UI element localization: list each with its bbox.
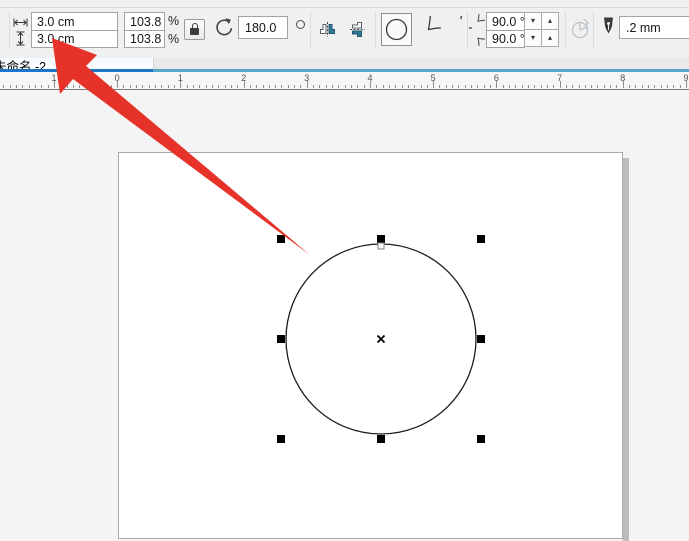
separator xyxy=(565,11,566,49)
separator xyxy=(593,11,594,49)
scale-y-input[interactable] xyxy=(125,30,164,47)
toolbar-top-border xyxy=(0,7,689,8)
scale-x-input[interactable] xyxy=(125,13,164,30)
rotation-icon xyxy=(212,16,236,40)
scale-factor-fields xyxy=(124,12,165,48)
horizontal-ruler[interactable]: 10123456789 xyxy=(0,72,689,90)
outline-width-input[interactable] xyxy=(620,17,689,38)
mirror-vertical-button[interactable] xyxy=(345,16,369,42)
arc-mode-button[interactable] xyxy=(445,13,473,44)
arc-icon xyxy=(447,16,472,42)
object-height-input[interactable] xyxy=(32,30,117,47)
pie-start-angle-input[interactable] xyxy=(487,13,524,30)
pie-end-angle-input[interactable] xyxy=(487,30,524,47)
outline-width-pen-icon xyxy=(600,14,617,42)
spin-up-button[interactable]: ▴ xyxy=(541,12,559,30)
ellipse-mode-button[interactable] xyxy=(381,13,412,46)
mirror-horizontal-icon xyxy=(318,21,337,38)
percent-label: % xyxy=(168,31,182,48)
document-tab-title: 未命名 -2 xyxy=(0,58,46,69)
rotation-angle-input[interactable] xyxy=(239,17,287,38)
separator xyxy=(375,11,376,49)
page-shadow xyxy=(623,158,629,541)
spin-down-button[interactable]: ▾ xyxy=(524,12,542,30)
drawing-workspace[interactable] xyxy=(0,90,689,541)
pie-start-angle-icon xyxy=(471,14,485,29)
lock-icon xyxy=(190,28,199,35)
mirror-vertical-icon xyxy=(349,20,366,39)
outline-width-field xyxy=(619,16,689,39)
object-width-icon xyxy=(13,18,28,27)
object-size-fields xyxy=(31,12,118,48)
pie-angle-fields xyxy=(486,12,525,48)
mirror-horizontal-button[interactable] xyxy=(315,16,339,42)
separator xyxy=(310,11,311,49)
spin-up-button[interactable]: ▴ xyxy=(541,29,559,47)
lock-ratio-button[interactable] xyxy=(184,19,205,40)
document-tab[interactable]: 未命名 -2 xyxy=(0,58,154,69)
object-height-icon xyxy=(16,31,25,46)
spin-down-button[interactable]: ▾ xyxy=(524,29,542,47)
pie-icon xyxy=(416,16,441,42)
rotation-field xyxy=(238,16,288,39)
property-bar: % % xyxy=(0,0,689,58)
pie-mode-button[interactable] xyxy=(414,13,442,44)
percent-label: % xyxy=(168,13,182,30)
degree-symbol-icon xyxy=(296,20,305,29)
ellipse-icon xyxy=(384,17,409,42)
coreldraw-window: % % xyxy=(0,0,689,541)
change-direction-icon-disabled[interactable] xyxy=(569,17,593,41)
separator xyxy=(9,11,10,49)
document-page xyxy=(118,152,623,539)
pie-end-angle-icon xyxy=(471,31,485,46)
document-tab-bar: 未命名 -2 xyxy=(0,58,689,72)
object-width-input[interactable] xyxy=(32,13,117,30)
